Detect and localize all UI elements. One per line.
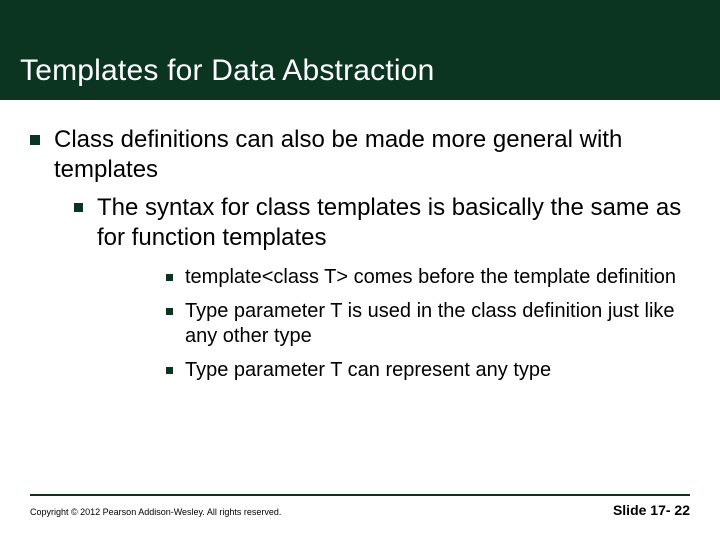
sub-sublist: template<class T> comes before the templ… (166, 265, 690, 383)
slide-number: Slide 17- 22 (613, 502, 690, 518)
footer-row: Copyright © 2012 Pearson Addison-Wesley.… (30, 502, 690, 518)
bullet-text: Class definitions can also be made more … (54, 125, 690, 185)
square-bullet-icon (166, 367, 173, 374)
slide-body: Class definitions can also be made more … (30, 125, 690, 470)
copyright-text: Copyright © 2012 Pearson Addison-Wesley.… (30, 507, 281, 517)
footer-divider (30, 494, 690, 496)
bullet-text: Type parameter T is used in the class de… (185, 299, 690, 350)
bullet-text: Type parameter T can represent any type (185, 358, 690, 384)
footer: Copyright © 2012 Pearson Addison-Wesley.… (0, 494, 720, 518)
list-item: The syntax for class templates is basica… (74, 193, 690, 253)
square-bullet-icon (166, 274, 173, 281)
sublist: The syntax for class templates is basica… (74, 193, 690, 383)
bullet-text: template<class T> comes before the templ… (185, 265, 690, 291)
slide: Templates for Data Abstraction Class def… (0, 0, 720, 540)
square-bullet-icon (166, 308, 173, 315)
square-bullet-icon (74, 203, 83, 212)
list-item: template<class T> comes before the templ… (166, 265, 690, 291)
title-band: Templates for Data Abstraction (0, 0, 720, 100)
list-item: Class definitions can also be made more … (30, 125, 690, 185)
square-bullet-icon (30, 135, 40, 145)
slide-title: Templates for Data Abstraction (20, 54, 435, 88)
list-item: Type parameter T is used in the class de… (166, 299, 690, 350)
bullet-text: The syntax for class templates is basica… (97, 193, 690, 253)
list-item: Type parameter T can represent any type (166, 358, 690, 384)
